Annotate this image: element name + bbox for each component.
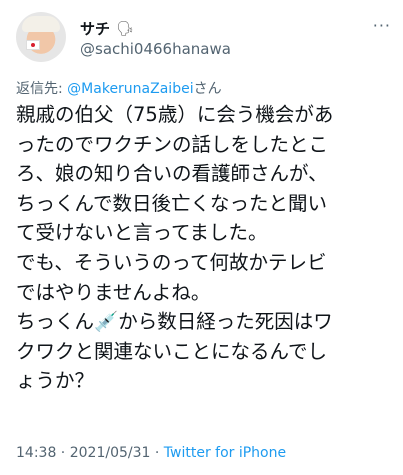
tweet-line: でも、そういうのって何故かテレビ bbox=[16, 250, 327, 274]
author-name-row[interactable]: サチ 🗣 bbox=[80, 18, 134, 39]
tweet-line: ではやりませんよね。 bbox=[16, 280, 211, 304]
avatar[interactable] bbox=[16, 12, 66, 62]
tweet-line: ろ、娘の知り合いの看護師さんが、 bbox=[16, 162, 328, 186]
more-options-icon[interactable]: ··· bbox=[373, 16, 391, 35]
tweet-date[interactable]: 2021/05/31 bbox=[70, 445, 151, 461]
tweet-line: ちっくんで数日後亡くなったと聞い bbox=[16, 191, 328, 215]
tweet-line: て受けないと言ってました。 bbox=[16, 221, 268, 245]
tweet-time[interactable]: 14:38 bbox=[16, 445, 56, 461]
tweet-line: 親戚の伯父（75歳）に会う機会があ bbox=[16, 103, 334, 126]
speaking-head-icon: 🗣 bbox=[116, 20, 134, 37]
tweet-line: ったのでワクチンの話しをしたとこ bbox=[16, 132, 329, 156]
reply-mention-link[interactable]: @MakerunaZaibei bbox=[67, 81, 193, 97]
meta-separator: · bbox=[150, 445, 164, 461]
tweet-line: ょうか？ bbox=[16, 369, 95, 393]
tweet-line: ちっくん💉から数日経った死因はワ bbox=[16, 310, 333, 334]
tweet-text: 親戚の伯父（75歳）に会う機会があ ったのでワクチンの話しをしたとこ ろ、娘の知… bbox=[16, 100, 394, 396]
tweet-line: クワクと関連ないことになるんでし bbox=[16, 339, 328, 363]
reply-context: 返信先: @MakerunaZaibeiさん bbox=[16, 78, 222, 98]
tweet-meta: 14:38 · 2021/05/31 · Twitter for iPhone bbox=[16, 445, 286, 461]
user-handle[interactable]: @sachi0466hanawa bbox=[80, 40, 231, 58]
meta-separator: · bbox=[56, 445, 70, 461]
avatar-hair bbox=[22, 16, 60, 32]
reply-suffix: さん bbox=[193, 81, 222, 97]
client-link[interactable]: Twitter for iPhone bbox=[164, 445, 286, 461]
flag-icon bbox=[26, 40, 40, 50]
display-name[interactable]: サチ bbox=[80, 18, 110, 39]
reply-prefix: 返信先: bbox=[16, 81, 68, 97]
